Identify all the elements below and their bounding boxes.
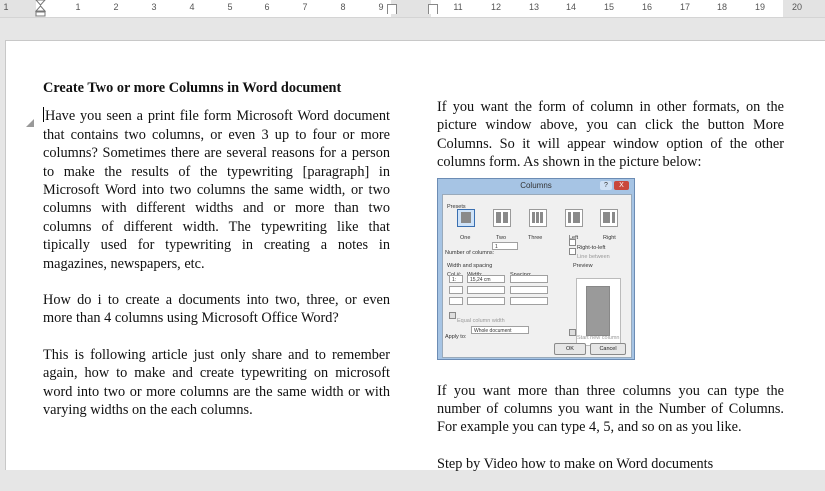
paragraph-marker-icon <box>26 119 34 127</box>
ruler-number: 5 <box>227 2 233 12</box>
ok-button: OK <box>554 342 586 355</box>
indent-marker-icon[interactable] <box>35 0 46 17</box>
dialog-body: Presets One Two Three Left Right Number … <box>442 193 632 358</box>
paragraph: How do i to create a documents into two,… <box>43 292 390 327</box>
preset-one-icon <box>457 208 475 227</box>
preset-left-icon <box>565 208 583 227</box>
preset-three-icon <box>529 208 547 227</box>
paragraph: Step by Video how to make on Word docume… <box>437 455 714 472</box>
preset-label: Three <box>528 234 543 241</box>
spacing-field <box>510 296 548 305</box>
close-icon: X <box>614 180 629 190</box>
ruler-number: 17 <box>679 2 691 12</box>
article-heading: Create Two or more Columns in Word docum… <box>43 80 342 96</box>
ruler-number: 1 <box>3 2 9 12</box>
ruler-number: 18 <box>716 2 728 12</box>
start-new-column-checkbox <box>569 328 576 336</box>
number-of-columns-field: 1 <box>492 241 518 250</box>
spacing-field <box>510 285 548 294</box>
ruler-number: 15 <box>603 2 615 12</box>
cancel-button: Cancel <box>590 342 626 355</box>
spacing-field <box>510 274 548 283</box>
help-icon: ? <box>600 180 612 190</box>
apply-to-select: Whole document <box>471 325 529 334</box>
horizontal-ruler[interactable]: 1 1 2 3 4 5 6 7 8 9 11 12 13 14 15 16 17… <box>0 0 825 18</box>
width-field: 15,24 cm <box>467 274 505 283</box>
workspace-background <box>0 18 825 40</box>
column-left-marker[interactable] <box>428 4 438 14</box>
preset-right-icon <box>600 208 618 227</box>
ruler-number: 3 <box>151 2 157 12</box>
right-to-left-checkbox <box>569 238 576 246</box>
column-right-marker[interactable] <box>387 4 397 14</box>
paragraph: If you want more than three columns you … <box>437 382 784 436</box>
ruler-number: 4 <box>189 2 195 12</box>
col-number-field <box>449 285 463 294</box>
ruler-number: 14 <box>565 2 577 12</box>
width-field <box>467 285 505 294</box>
paragraph: Have you seen a print file form Microsof… <box>43 107 390 273</box>
line-between-checkbox <box>569 247 576 255</box>
ruler-right-margin <box>783 0 825 17</box>
width-field <box>467 296 505 305</box>
right-column[interactable]: If you want the form of column in other … <box>437 98 784 491</box>
columns-dialog-image: Columns ? X Presets One Two Three Left R… <box>437 177 635 360</box>
ruler-number: 9 <box>378 2 384 12</box>
left-column[interactable]: Create Two or more Columns in Word docum… <box>43 79 390 438</box>
ruler-column-gap <box>391 0 431 17</box>
ruler-number: 13 <box>528 2 540 12</box>
ruler-number: 12 <box>490 2 502 12</box>
paragraph: If you want the form of column in other … <box>437 99 784 171</box>
ruler-number: 16 <box>641 2 653 12</box>
col-number-field <box>449 296 463 305</box>
paragraph-text: Have you seen a print file form Microsof… <box>43 108 390 272</box>
equal-width-checkbox <box>449 311 456 319</box>
document-page[interactable]: Create Two or more Columns in Word docum… <box>5 40 825 472</box>
ruler-number: 7 <box>302 2 308 12</box>
paragraph: This is following article just only shar… <box>43 346 390 419</box>
ruler-number: 6 <box>264 2 270 12</box>
apply-to-label: Apply to: <box>445 333 467 340</box>
ruler-number: 19 <box>754 2 766 12</box>
preset-two-icon <box>493 208 511 227</box>
ruler-number: 2 <box>113 2 119 12</box>
ruler-number: 11 <box>453 2 463 12</box>
ruler-number: 8 <box>340 2 346 12</box>
ruler-number: 1 <box>75 2 81 12</box>
preview-label: Preview <box>573 262 593 269</box>
col-number-field: 1: <box>449 274 463 283</box>
ruler-number: 20 <box>791 2 803 12</box>
text-cursor <box>43 107 44 123</box>
